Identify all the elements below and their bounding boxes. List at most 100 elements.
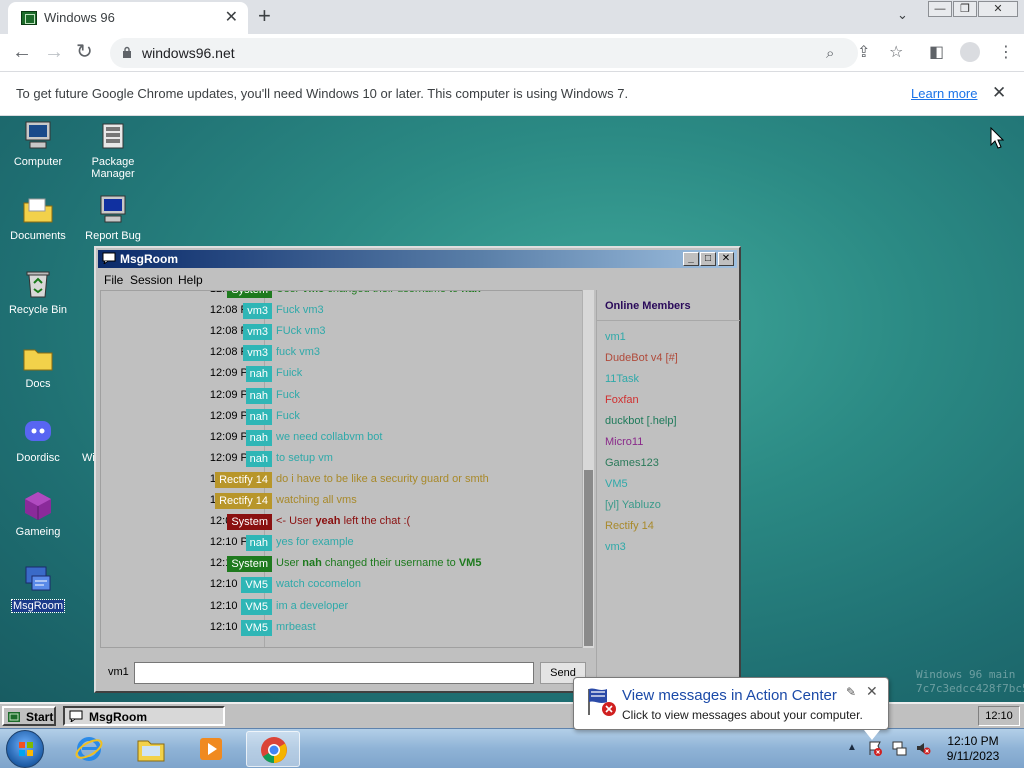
member-list-item[interactable]: Foxfan	[605, 394, 639, 406]
volume-muted-icon[interactable]	[915, 740, 931, 756]
desktop-icon-report-bug[interactable]: Report Bug	[76, 194, 150, 242]
message-username-badge[interactable]: Rectify 14	[215, 471, 272, 488]
action-center-flag-icon[interactable]	[867, 740, 883, 756]
close-window-icon[interactable]: ✕	[978, 1, 1018, 17]
win7-clock[interactable]: 12:10 PM 9/11/2023	[940, 734, 1006, 764]
tab-close-icon[interactable]: ✕	[225, 7, 238, 27]
message-username-badge[interactable]: Rectify 14	[215, 493, 272, 509]
desktop-icon-computer[interactable]: Computer	[1, 120, 75, 168]
window-maximize-button[interactable]: □	[700, 252, 716, 266]
task-label: MsgRoom	[89, 710, 147, 724]
lock-icon[interactable]	[122, 46, 132, 58]
message-text: Fuck	[276, 388, 300, 401]
back-arrow-icon[interactable]: ←	[12, 41, 32, 63]
message-username-badge[interactable]: VM5	[241, 619, 272, 636]
infobar-close-icon[interactable]: ✕	[992, 83, 1006, 103]
message-username-badge[interactable]: vm3	[243, 345, 272, 362]
network-icon[interactable]	[891, 740, 907, 756]
build-watermark: Windows 96 main 7c7c3edcc428f7bc571	[916, 668, 1024, 696]
balloon-title[interactable]: View messages in Action Center	[622, 687, 837, 704]
message-username-badge[interactable]: System	[227, 556, 272, 573]
chrome-menu-icon[interactable]: ⋮	[998, 42, 1014, 62]
message-username-badge[interactable]: VM5	[241, 577, 272, 594]
window-close-button[interactable]: ✕	[718, 252, 734, 266]
message-username-badge[interactable]: nah	[245, 450, 272, 467]
message-username-badge[interactable]: vm3	[243, 324, 272, 341]
balloon-subtitle: Click to view messages about your comput…	[622, 708, 863, 722]
member-list-item[interactable]: duckbot [.help]	[605, 415, 677, 427]
menu-session[interactable]: Session	[130, 273, 173, 287]
msgroom-icon	[25, 566, 51, 591]
message-input[interactable]	[134, 662, 534, 684]
win96-start-button[interactable]: Start	[2, 706, 56, 726]
desktop-icon-recycle-bin[interactable]: Recycle Bin	[1, 268, 75, 316]
member-list-item[interactable]: VM5	[605, 478, 628, 490]
browser-tab[interactable]: Windows 96 ✕	[8, 2, 248, 34]
win7-start-orb[interactable]	[6, 730, 44, 768]
action-center-flag-icon	[588, 688, 616, 716]
message-username-badge[interactable]: nah	[245, 429, 272, 446]
desktop-icon-package-manager[interactable]: Package Manager	[76, 120, 150, 180]
tab-search-chevron-icon[interactable]: ⌄	[897, 7, 908, 23]
message-username-badge[interactable]: nah	[245, 387, 272, 404]
desktop-icon-gameing[interactable]: Gameing	[1, 490, 75, 538]
address-bar[interactable]: windows96.net ⌕	[110, 38, 858, 68]
member-list-item[interactable]: vm3	[605, 541, 626, 553]
chat-scrollbar[interactable]	[582, 290, 594, 648]
share-icon[interactable]: ⇪	[857, 42, 870, 62]
chrome-icon	[261, 737, 287, 763]
message-username-badge[interactable]: System	[227, 514, 272, 531]
taskbar-internet-explorer[interactable]	[62, 731, 116, 767]
message-text: watching all vms	[276, 494, 357, 506]
learn-more-link[interactable]: Learn more	[911, 86, 977, 101]
menu-file[interactable]: File	[104, 273, 123, 287]
desktop-icon-msgroom[interactable]: MsgRoom	[1, 564, 75, 613]
taskbar-media-player[interactable]	[184, 731, 238, 767]
bookmark-star-icon[interactable]: ☆	[889, 42, 903, 62]
message-username-badge[interactable]: System	[227, 291, 272, 298]
desktop-icon-docs[interactable]: Docs	[1, 342, 75, 390]
message-username-badge[interactable]: nah	[245, 366, 272, 383]
taskbar-google-chrome[interactable]	[246, 731, 300, 767]
profile-avatar-icon[interactable]	[960, 42, 980, 62]
member-list-item[interactable]: vm1	[605, 331, 626, 343]
forward-arrow-icon[interactable]: →	[44, 41, 64, 63]
member-list-item[interactable]: DudeBot v4 [#]	[605, 352, 678, 364]
menu-help[interactable]: Help	[178, 273, 203, 287]
msgroom-titlebar[interactable]: MsgRoom _ □ ✕	[98, 250, 737, 268]
member-list-item[interactable]: Games123	[605, 457, 659, 469]
message-username-badge[interactable]: nah	[245, 408, 272, 425]
chat-log[interactable]: 12:08 PMSystemUser vm3 changed their use…	[100, 290, 594, 648]
report-bug-icon	[100, 195, 126, 223]
chat-message-row: 12:09 PM nah we need collabvm bot	[101, 429, 581, 447]
chat-message-row: 12:10 PM VM5 mrbeast	[101, 619, 581, 637]
member-list-item[interactable]: Micro11	[605, 436, 643, 448]
zoom-search-icon[interactable]: ⌕	[826, 45, 834, 62]
taskbar-file-explorer[interactable]	[124, 731, 178, 767]
member-list-item[interactable]: 11Task	[605, 373, 639, 385]
online-members-panel: Online Members vm1 DudeBot v4 [#] 11Task Fo…	[596, 290, 740, 690]
new-tab-button[interactable]: +	[258, 4, 271, 28]
chat-message-row: 12:08 PMSystemUser vm3 changed their use…	[101, 291, 581, 299]
member-list-item[interactable]: Rectify 14	[605, 520, 654, 532]
message-text: Fuck vm3	[276, 304, 324, 317]
desktop-icon-doordisc[interactable]: Doordisc	[1, 416, 75, 464]
desktop-icon-documents[interactable]: Documents	[1, 194, 75, 242]
balloon-close-icon[interactable]: ✕	[866, 683, 878, 700]
message-username-badge[interactable]: vm3	[243, 303, 272, 320]
restore-window-icon[interactable]: ❐	[953, 1, 977, 17]
reload-icon[interactable]: ↻	[76, 41, 93, 63]
scrollbar-thumb[interactable]	[584, 470, 593, 646]
balloon-options-wrench-icon[interactable]: ✎	[846, 685, 856, 699]
win96-desktop[interactable]: Computer Package Manager Documents Repor…	[0, 116, 1024, 702]
action-center-balloon[interactable]: View messages in Action Center Click to …	[573, 677, 889, 740]
taskbar-msgroom-button[interactable]: MsgRoom	[63, 706, 225, 726]
side-panel-icon[interactable]: ◧	[929, 42, 944, 62]
message-username-badge[interactable]: nah	[245, 535, 272, 552]
member-list-item[interactable]: [yl] Yabluzo	[605, 499, 661, 511]
message-username-badge[interactable]: VM5	[241, 598, 272, 615]
show-hidden-icons-arrow-icon[interactable]: ▲	[847, 742, 857, 753]
minimize-window-icon[interactable]: —	[928, 1, 952, 17]
chat-message-row: 12:08 PM vm3 FUck vm3	[101, 323, 581, 341]
window-minimize-button[interactable]: _	[683, 252, 699, 266]
